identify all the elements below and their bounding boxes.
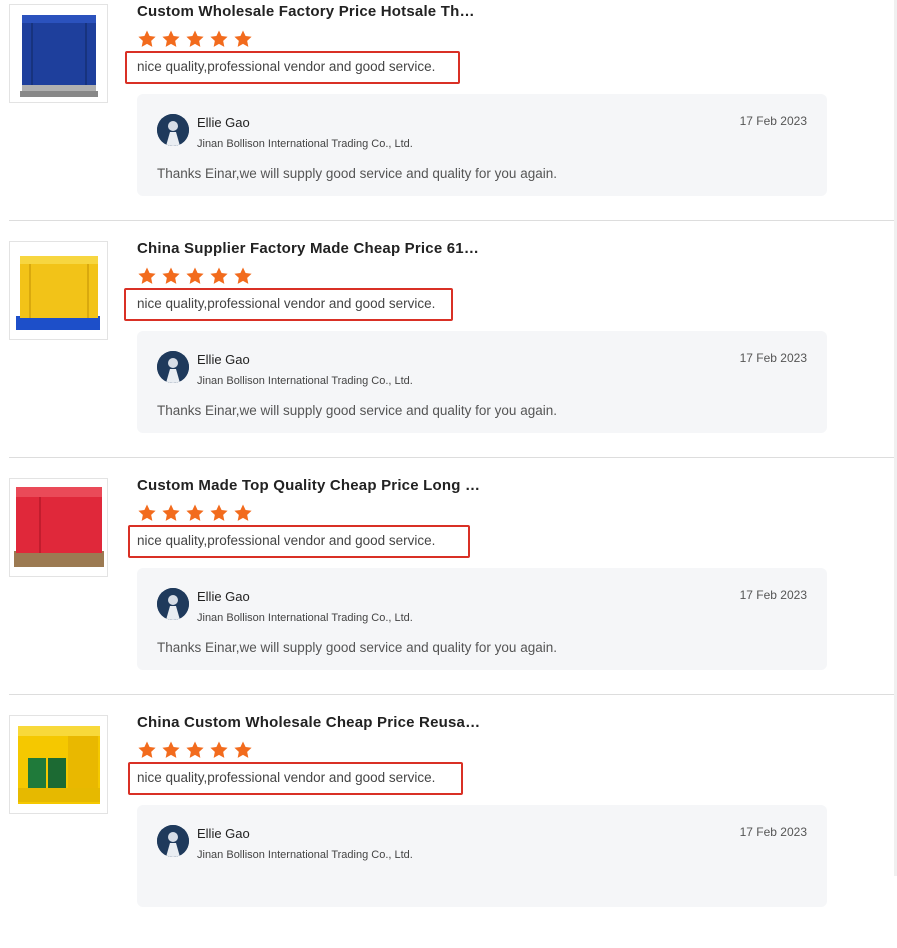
- reply-date: 17 Feb 2023: [739, 351, 807, 365]
- review-item: China Custom Wholesale Cheap Price Reusa…: [0, 711, 897, 948]
- star-icon: [185, 503, 205, 523]
- star-icon: [209, 29, 229, 49]
- product-thumbnail[interactable]: [9, 4, 108, 103]
- star-rating: [137, 503, 253, 523]
- seller-reply: Ellie Gao Jinan Bollison International T…: [137, 568, 827, 670]
- star-icon: [209, 266, 229, 286]
- star-icon: [161, 29, 181, 49]
- review-item: Custom Made Top Quality Cheap Price Long…: [0, 474, 897, 711]
- star-rating: [137, 740, 253, 760]
- reply-author-name: Ellie Gao: [197, 352, 250, 367]
- reply-company: Jinan Bollison International Trading Co.…: [197, 849, 413, 861]
- star-rating: [137, 29, 253, 49]
- star-icon: [137, 29, 157, 49]
- review-item: Custom Wholesale Factory Price Hotsale T…: [0, 0, 897, 237]
- reply-text: Thanks Einar,we will supply good service…: [157, 640, 557, 655]
- reply-company: Jinan Bollison International Trading Co.…: [197, 375, 413, 387]
- star-icon: [161, 503, 181, 523]
- avatar: [157, 825, 189, 857]
- star-icon: [137, 266, 157, 286]
- product-title[interactable]: China Custom Wholesale Cheap Price Reusa…: [137, 714, 482, 732]
- review-comment: nice quality,professional vendor and goo…: [137, 770, 436, 785]
- reply-text: Thanks Einar,we will supply good service…: [157, 403, 557, 418]
- reply-author-name: Ellie Gao: [197, 826, 250, 841]
- star-icon: [209, 503, 229, 523]
- divider: [9, 457, 897, 458]
- product-thumbnail[interactable]: [9, 478, 108, 577]
- avatar: [157, 351, 189, 383]
- product-thumbnail[interactable]: [9, 715, 108, 814]
- product-title[interactable]: Custom Wholesale Factory Price Hotsale T…: [137, 3, 482, 21]
- avatar: [157, 114, 189, 146]
- star-icon: [161, 266, 181, 286]
- product-thumbnail[interactable]: [9, 241, 108, 340]
- review-comment: nice quality,professional vendor and goo…: [137, 296, 436, 311]
- seller-reply: Ellie Gao Jinan Bollison International T…: [137, 805, 827, 907]
- reply-text: Thanks Einar,we will supply good service…: [157, 166, 557, 181]
- review-comment: nice quality,professional vendor and goo…: [137, 59, 436, 74]
- star-icon: [233, 740, 253, 760]
- divider: [9, 220, 897, 221]
- star-icon: [137, 503, 157, 523]
- star-icon: [161, 740, 181, 760]
- star-icon: [185, 266, 205, 286]
- review-comment: nice quality,professional vendor and goo…: [137, 533, 436, 548]
- product-title[interactable]: China Supplier Factory Made Cheap Price …: [137, 240, 482, 258]
- product-title[interactable]: Custom Made Top Quality Cheap Price Long…: [137, 477, 482, 495]
- divider: [9, 694, 897, 695]
- star-icon: [185, 740, 205, 760]
- avatar: [157, 588, 189, 620]
- star-icon: [233, 503, 253, 523]
- seller-reply: Ellie Gao Jinan Bollison International T…: [137, 331, 827, 433]
- reply-date: 17 Feb 2023: [739, 588, 807, 602]
- star-icon: [233, 29, 253, 49]
- reply-company: Jinan Bollison International Trading Co.…: [197, 612, 413, 624]
- star-icon: [185, 29, 205, 49]
- star-icon: [209, 740, 229, 760]
- reply-author-name: Ellie Gao: [197, 589, 250, 604]
- reply-company: Jinan Bollison International Trading Co.…: [197, 138, 413, 150]
- reply-date: 17 Feb 2023: [739, 825, 807, 839]
- star-icon: [137, 740, 157, 760]
- star-icon: [233, 266, 253, 286]
- star-rating: [137, 266, 253, 286]
- review-item: China Supplier Factory Made Cheap Price …: [0, 237, 897, 474]
- seller-reply: Ellie Gao Jinan Bollison International T…: [137, 94, 827, 196]
- reply-author-name: Ellie Gao: [197, 115, 250, 130]
- reply-date: 17 Feb 2023: [739, 114, 807, 128]
